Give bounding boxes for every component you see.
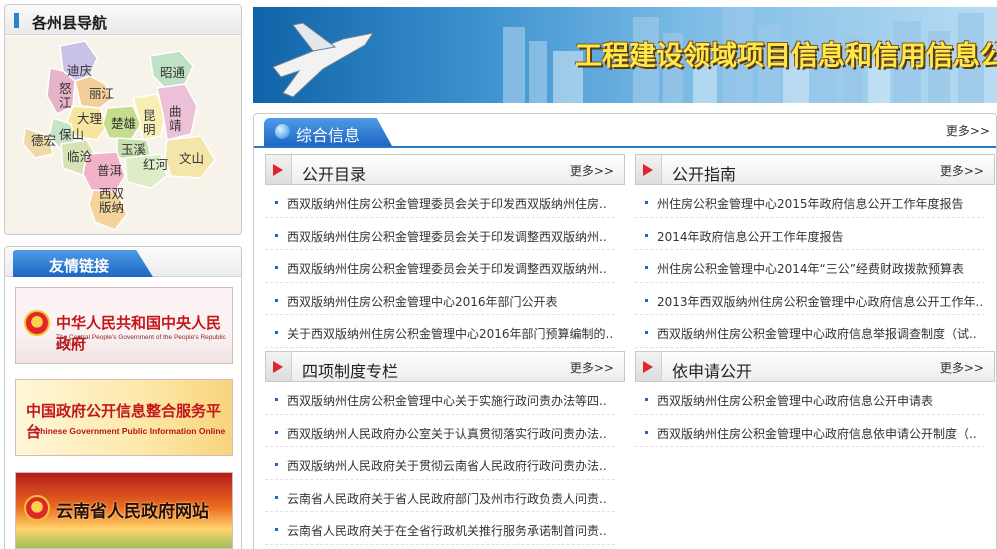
list-item[interactable]: 西双版纳州人民政府办公室关于认真贯彻落实行政问责办法..	[265, 415, 615, 448]
list-item[interactable]: 关于西双版纳州住房公积金管理中心2016年部门预算编制的..	[265, 315, 615, 348]
list-item[interactable]: 云南省人民政府关于省人民政府部门及州市行政负责人问责..	[265, 480, 615, 513]
panel-public-guide: 公开指南 更多>> 州住房公积金管理中心2015年政府信息公开工作年度报告 20…	[635, 154, 995, 348]
region-label-nujiang[interactable]: 怒江	[59, 82, 73, 110]
region-label-yuxi[interactable]: 玉溪	[121, 143, 146, 157]
panel-title: 四项制度专栏	[302, 362, 399, 381]
region-label-zhaotong[interactable]: 昭通	[160, 66, 185, 80]
article-list: 州住房公积金管理中心2015年政府信息公开工作年度报告 2014年政府信息公开工…	[635, 185, 995, 348]
region-label-lijiang[interactable]: 丽江	[89, 87, 114, 101]
tab-comprehensive-info[interactable]: 综合信息	[264, 118, 392, 146]
tab-label: 综合信息	[296, 126, 361, 145]
panel-header: 公开指南 更多>>	[635, 154, 995, 185]
article-list: 西双版纳州住房公积金管理中心关于实施行政问责办法等四.. 西双版纳州人民政府办公…	[265, 382, 625, 545]
region-label-dali[interactable]: 大理	[77, 112, 102, 126]
list-item[interactable]: 西双版纳州住房公积金管理委员会关于印发调整西双版纳州..	[265, 218, 615, 251]
link-banner-gov-info-platform[interactable]: 中国政府公开信息整合服务平台 Chinese Government Public…	[15, 379, 233, 456]
region-label-honghe[interactable]: 红河	[143, 158, 168, 172]
arrow-icon	[636, 352, 662, 381]
county-nav-title: 各州县导航	[32, 14, 108, 32]
list-item[interactable]: 云南省人民政府关于在全省行政机关推行服务承诺制首问责..	[265, 512, 615, 545]
comprehensive-info-panel: 综合信息 更多>> 公开目录 更多>> 西双版纳州住房公积金管理委员会关于印发西…	[253, 113, 997, 549]
arrow-icon	[636, 155, 662, 184]
list-item[interactable]: 西双版纳州住房公积金管理中心政府信息依申请公开制度（..	[635, 415, 985, 448]
airplane-icon	[272, 22, 375, 98]
list-item[interactable]: 2013年西双版纳州住房公积金管理中心政府信息公开工作年..	[635, 283, 985, 316]
more-link[interactable]: 更多>>	[946, 122, 990, 139]
region-label-dehong[interactable]: 德宏	[31, 134, 56, 148]
article-list: 西双版纳州住房公积金管理中心政府信息公开申请表 西双版纳州住房公积金管理中心政府…	[635, 382, 995, 448]
more-link[interactable]: 更多>>	[570, 359, 614, 376]
list-item[interactable]: 西双版纳州住房公积金管理中心政府信息公开申请表	[635, 382, 985, 415]
county-nav-panel: 各州县导航 迪庆 怒江 丽江 昭通 大理 楚雄 昆明 曲靖 保山 德宏 临沧 玉…	[4, 4, 242, 235]
region-label-wenshan[interactable]: 文山	[179, 152, 204, 166]
panel-request-disclosure: 依申请公开 更多>> 西双版纳州住房公积金管理中心政府信息公开申请表 西双版纳州…	[635, 351, 995, 448]
friend-links-panel: 友情链接 中华人民共和国中央人民政府 The Central People's …	[4, 246, 242, 549]
panel-header: 依申请公开 更多>>	[635, 351, 995, 382]
yunnan-map[interactable]: 迪庆 怒江 丽江 昭通 大理 楚雄 昆明 曲靖 保山 德宏 临沧 玉溪 普洱 红…	[5, 36, 241, 234]
county-nav-header: 各州县导航	[5, 5, 241, 35]
link-banner-yunnan-gov[interactable]: 云南省人民政府网站	[15, 472, 233, 549]
friend-links-header: 友情链接	[5, 247, 241, 277]
panel-title: 依申请公开	[672, 362, 753, 381]
list-item[interactable]: 西双版纳州住房公积金管理委员会关于印发调整西双版纳州..	[265, 250, 615, 283]
list-item[interactable]: 州住房公积金管理中心2014年“三公”经费财政拨款预算表	[635, 250, 985, 283]
region-label-chuxiong[interactable]: 楚雄	[111, 117, 136, 131]
header-banner: 工程建设领域项目信息和信用信息公开共享专栏	[253, 7, 997, 103]
banner-title: 云南省人民政府网站	[56, 502, 209, 522]
banner-subtitle: Chinese Government Public Information On…	[34, 426, 226, 436]
arrow-icon	[266, 155, 292, 184]
region-label-kunming[interactable]: 昆明	[143, 109, 157, 137]
article-list: 西双版纳州住房公积金管理委员会关于印发西双版纳州住房.. 西双版纳州住房公积金管…	[265, 185, 625, 348]
globe-icon	[275, 124, 290, 139]
list-item[interactable]: 西双版纳州住房公积金管理中心政府信息举报调查制度（试..	[635, 315, 985, 348]
national-emblem-icon	[24, 495, 50, 521]
list-item[interactable]: 西双版纳州住房公积金管理中心2016年部门公开表	[265, 283, 615, 316]
more-link[interactable]: 更多>>	[570, 162, 614, 179]
more-link[interactable]: 更多>>	[940, 162, 984, 179]
region-label-xishuangbanna[interactable]: 西双版纳	[99, 187, 125, 215]
panel-public-catalog: 公开目录 更多>> 西双版纳州住房公积金管理委员会关于印发西双版纳州住房.. 西…	[265, 154, 625, 348]
region-label-puer[interactable]: 普洱	[97, 164, 122, 178]
list-item[interactable]: 2014年政府信息公开工作年度报告	[635, 218, 985, 251]
panel-title: 公开指南	[672, 165, 737, 184]
banner-title: 工程建设领域项目信息和信用信息公开共享专栏	[575, 41, 997, 72]
more-link[interactable]: 更多>>	[940, 359, 984, 376]
list-item[interactable]: 州住房公积金管理中心2015年政府信息公开工作年度报告	[635, 185, 985, 218]
national-emblem-icon	[24, 310, 50, 336]
panel-header: 公开目录 更多>>	[265, 154, 625, 185]
friend-links-tab: 友情链接	[13, 250, 153, 277]
friend-links-title: 友情链接	[49, 257, 110, 275]
list-item[interactable]: 西双版纳州住房公积金管理中心关于实施行政问责办法等四..	[265, 382, 615, 415]
main-tab-bar: 综合信息 更多>>	[254, 114, 996, 148]
region-label-lincang[interactable]: 临沧	[67, 150, 92, 164]
panel-header: 四项制度专栏 更多>>	[265, 351, 625, 382]
banner-subtitle: The Central People's Government of the P…	[56, 334, 226, 348]
region-label-qujing[interactable]: 曲靖	[169, 105, 183, 133]
list-item[interactable]: 西双版纳州住房公积金管理委员会关于印发西双版纳州住房..	[265, 185, 615, 218]
arrow-icon	[266, 352, 292, 381]
panel-title: 公开目录	[302, 165, 367, 184]
region-label-diqing[interactable]: 迪庆	[67, 64, 92, 78]
region-label-baoshan[interactable]: 保山	[59, 128, 84, 142]
link-banner-central-gov[interactable]: 中华人民共和国中央人民政府 The Central People's Gover…	[15, 287, 233, 364]
panel-four-systems: 四项制度专栏 更多>> 西双版纳州住房公积金管理中心关于实施行政问责办法等四..…	[265, 351, 625, 545]
list-item[interactable]: 西双版纳州人民政府关于贯彻云南省人民政府行政问责办法..	[265, 447, 615, 480]
header-accent-bar	[14, 13, 19, 28]
